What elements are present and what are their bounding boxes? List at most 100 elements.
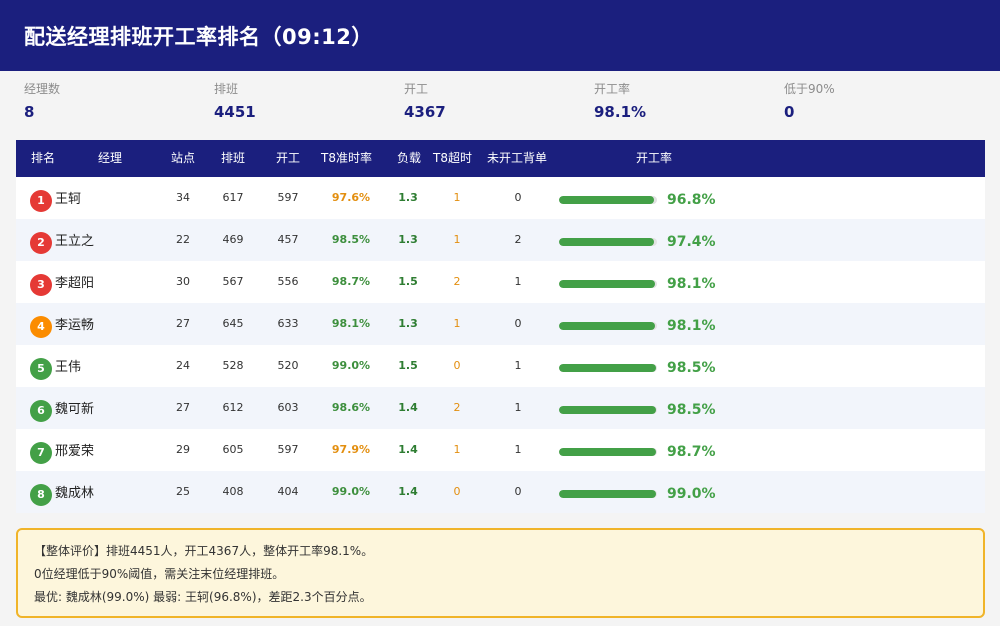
start-rate-bar-fill bbox=[559, 448, 656, 456]
cell-load: 1.4 bbox=[398, 443, 418, 456]
col-scheduled[interactable]: 排班 bbox=[221, 140, 245, 177]
table-row[interactable]: 4 李运畅 27 645 633 98.1% 1.3 1 0 98.1% bbox=[16, 303, 985, 345]
start-rate-bar-fill bbox=[559, 238, 655, 246]
cell-started: 603 bbox=[277, 401, 299, 414]
rank-badge: 2 bbox=[30, 232, 52, 254]
summary-box: 【整体评价】排班4451人，开工4367人，整体开工率98.1%。 0位经理低于… bbox=[16, 528, 985, 618]
start-rate-bar-fill bbox=[559, 406, 656, 414]
start-rate-value: 98.5% bbox=[667, 360, 716, 376]
stat-managers: 经理数 8 bbox=[24, 81, 60, 122]
cell-t8-rate: 99.0% bbox=[331, 359, 371, 372]
start-rate-value: 98.7% bbox=[667, 444, 716, 460]
col-load[interactable]: 负载 bbox=[397, 140, 421, 177]
rank-badge: 3 bbox=[30, 274, 52, 296]
start-rate-bar bbox=[559, 322, 657, 330]
cell-sites: 34 bbox=[176, 191, 190, 204]
start-rate-bar-fill bbox=[559, 490, 657, 498]
manager-name: 王立之 bbox=[55, 234, 95, 249]
col-t8-overtime[interactable]: T8超时 bbox=[433, 140, 472, 177]
cell-started: 520 bbox=[277, 359, 299, 372]
cell-scheduled: 612 bbox=[222, 401, 244, 414]
cell-not-started: 1 bbox=[514, 359, 522, 372]
rank-badge: 5 bbox=[30, 358, 52, 380]
cell-started: 556 bbox=[277, 275, 299, 288]
cell-t8-overtime: 1 bbox=[453, 317, 461, 330]
cell-scheduled: 567 bbox=[222, 275, 244, 288]
cell-load: 1.3 bbox=[398, 191, 418, 204]
cell-not-started: 1 bbox=[514, 401, 522, 414]
summary-line: 【整体评价】排班4451人，开工4367人，整体开工率98.1%。 bbox=[34, 544, 374, 558]
stat-value: 98.1% bbox=[594, 103, 647, 121]
cell-not-started: 1 bbox=[514, 275, 522, 288]
cell-t8-rate: 98.5% bbox=[331, 233, 371, 246]
cell-t8-rate: 98.7% bbox=[331, 275, 371, 288]
start-rate-value: 98.5% bbox=[667, 402, 716, 418]
table-row[interactable]: 1 王轲 34 617 597 97.6% 1.3 1 0 96.8% bbox=[16, 177, 985, 219]
cell-sites: 24 bbox=[176, 359, 190, 372]
cell-started: 597 bbox=[277, 443, 299, 456]
start-rate-bar-fill bbox=[559, 322, 656, 330]
cell-t8-overtime: 1 bbox=[453, 443, 461, 456]
start-rate-value: 98.1% bbox=[667, 276, 716, 292]
start-rate-bar-fill bbox=[559, 280, 656, 288]
col-t8-rate[interactable]: T8准时率 bbox=[321, 140, 372, 177]
col-rank[interactable]: 排名 bbox=[31, 140, 55, 177]
col-sites[interactable]: 站点 bbox=[171, 140, 195, 177]
rank-badge: 6 bbox=[30, 400, 52, 422]
cell-sites: 30 bbox=[176, 275, 190, 288]
cell-t8-overtime: 2 bbox=[453, 275, 461, 288]
start-rate-value: 98.1% bbox=[667, 318, 716, 334]
cell-load: 1.4 bbox=[398, 401, 418, 414]
summary-line: 0位经理低于90%阈值，需关注末位经理排班。 bbox=[34, 567, 285, 581]
table-row[interactable]: 8 魏成林 25 408 404 99.0% 1.4 0 0 99.0% bbox=[16, 471, 985, 513]
stat-started: 开工 4367 bbox=[404, 81, 446, 122]
col-manager[interactable]: 经理 bbox=[98, 140, 122, 177]
start-rate-bar bbox=[559, 238, 657, 246]
cell-started: 633 bbox=[277, 317, 299, 330]
cell-t8-overtime: 1 bbox=[453, 233, 461, 246]
cell-t8-overtime: 2 bbox=[453, 401, 461, 414]
start-rate-bar bbox=[559, 280, 657, 288]
table-row[interactable]: 6 魏可新 27 612 603 98.6% 1.4 2 1 98.5% bbox=[16, 387, 985, 429]
col-start-rate[interactable]: 开工率 bbox=[636, 140, 672, 177]
stat-scheduled: 排班 4451 bbox=[214, 81, 256, 122]
manager-name: 魏可新 bbox=[55, 402, 95, 417]
col-not-started[interactable]: 未开工背单 bbox=[487, 140, 547, 177]
start-rate-value: 97.4% bbox=[667, 234, 716, 250]
cell-scheduled: 605 bbox=[222, 443, 244, 456]
manager-name: 李超阳 bbox=[55, 276, 95, 291]
table-row[interactable]: 2 王立之 22 469 457 98.5% 1.3 1 2 97.4% bbox=[16, 219, 985, 261]
stat-below-threshold: 低于90% 0 bbox=[784, 81, 835, 122]
stat-label: 开工率 bbox=[594, 82, 631, 96]
cell-sites: 29 bbox=[176, 443, 190, 456]
cell-scheduled: 408 bbox=[222, 485, 244, 498]
start-rate-bar-fill bbox=[559, 364, 656, 372]
cell-t8-rate: 97.9% bbox=[331, 443, 371, 456]
cell-t8-rate: 98.1% bbox=[331, 317, 371, 330]
start-rate-bar bbox=[559, 448, 657, 456]
rank-badge: 1 bbox=[30, 190, 52, 212]
ranking-table: 排名 经理 站点 排班 开工 T8准时率 负载 T8超时 未开工背单 开工率 1… bbox=[16, 140, 985, 516]
manager-name: 邢爱荣 bbox=[55, 444, 95, 459]
cell-t8-overtime: 0 bbox=[453, 359, 461, 372]
cell-scheduled: 645 bbox=[222, 317, 244, 330]
manager-name: 王伟 bbox=[55, 360, 82, 375]
cell-load: 1.5 bbox=[398, 359, 418, 372]
rank-badge: 8 bbox=[30, 484, 52, 506]
cell-scheduled: 617 bbox=[222, 191, 244, 204]
table-row[interactable]: 7 邢爱荣 29 605 597 97.9% 1.4 1 1 98.7% bbox=[16, 429, 985, 471]
table-row[interactable]: 3 李超阳 30 567 556 98.7% 1.5 2 1 98.1% bbox=[16, 261, 985, 303]
cell-load: 1.3 bbox=[398, 233, 418, 246]
stat-value: 0 bbox=[784, 103, 795, 121]
rank-badge: 4 bbox=[30, 316, 52, 338]
stat-label: 排班 bbox=[214, 82, 239, 96]
col-started[interactable]: 开工 bbox=[276, 140, 300, 177]
table-row[interactable]: 5 王伟 24 528 520 99.0% 1.5 0 1 98.5% bbox=[16, 345, 985, 387]
start-rate-bar bbox=[559, 196, 657, 204]
cell-started: 457 bbox=[277, 233, 299, 246]
start-rate-bar bbox=[559, 364, 657, 372]
stat-label: 经理数 bbox=[24, 82, 61, 96]
cell-not-started: 0 bbox=[514, 485, 522, 498]
cell-t8-rate: 98.6% bbox=[331, 401, 371, 414]
cell-not-started: 2 bbox=[514, 233, 522, 246]
